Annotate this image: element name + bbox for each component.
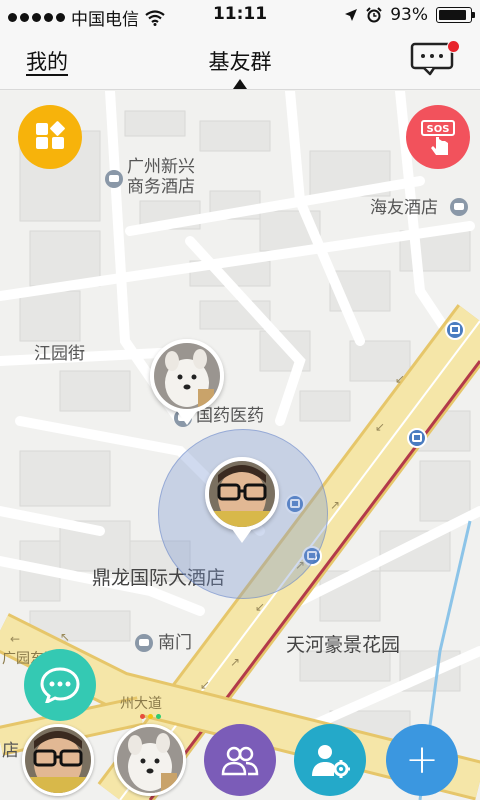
nav-bar: 我的 基友群 bbox=[0, 30, 480, 90]
page-title[interactable]: 基友群 bbox=[0, 46, 480, 76]
svg-text:↙: ↙ bbox=[200, 678, 210, 692]
status-bar: 中国电信 11:11 93% bbox=[0, 0, 480, 30]
friend-pin-tail bbox=[177, 411, 197, 425]
hotel-poi-icon bbox=[450, 198, 468, 216]
svg-text:↙: ↙ bbox=[375, 420, 385, 434]
friend-avatar-pin-dog[interactable] bbox=[150, 339, 224, 413]
plus-icon: + bbox=[405, 737, 439, 783]
partial-label-dian: 店 bbox=[2, 741, 19, 761]
add-button[interactable]: + bbox=[386, 724, 458, 796]
dog-avatar-icon bbox=[117, 727, 183, 793]
gate-poi-icon bbox=[135, 634, 153, 652]
svg-text:↗: ↗ bbox=[330, 498, 340, 512]
svg-text:↗: ↗ bbox=[230, 655, 240, 669]
street-jiangyuan: 江园街 bbox=[34, 344, 85, 364]
chat-bubble-icon bbox=[40, 667, 80, 703]
poi-tianhe-garden[interactable]: 天河豪景花园 bbox=[286, 634, 400, 657]
svg-text:↙: ↙ bbox=[395, 372, 405, 386]
poi-hotel-xinxing[interactable]: 广州新兴 商务酒店 bbox=[127, 157, 195, 198]
dog-avatar-icon bbox=[154, 343, 220, 409]
poi-south-gate[interactable]: 南门 bbox=[158, 633, 192, 653]
battery-fill bbox=[439, 10, 466, 20]
sos-text: SOS bbox=[427, 124, 450, 135]
bus-stop-icon[interactable] bbox=[407, 428, 427, 448]
user-settings-icon bbox=[312, 745, 350, 778]
title-caret-icon bbox=[233, 79, 247, 89]
sos-icon: SOS bbox=[421, 120, 455, 155]
battery-icon bbox=[436, 7, 475, 23]
group-icon bbox=[221, 746, 259, 776]
group-button[interactable] bbox=[204, 724, 276, 796]
poi-pharmacy[interactable]: 国药医药 bbox=[196, 406, 264, 426]
user-settings-button[interactable] bbox=[294, 724, 366, 796]
poi-hotel-haiyou[interactable]: 海友酒店 bbox=[370, 198, 438, 218]
apps-button[interactable] bbox=[18, 105, 82, 169]
svg-text:↙: ↙ bbox=[255, 600, 265, 614]
my-pin-tail bbox=[232, 529, 252, 543]
road-label-zhou: 州大道 bbox=[120, 696, 162, 712]
svg-text:←: ← bbox=[10, 632, 20, 646]
location-arrow-icon bbox=[345, 9, 358, 21]
svg-text:↖: ↖ bbox=[60, 630, 70, 644]
apps-grid-icon bbox=[36, 121, 65, 149]
child-avatar-icon bbox=[25, 727, 91, 793]
alarm-icon bbox=[366, 7, 382, 23]
battery-percent: 93% bbox=[390, 5, 428, 25]
map-view[interactable]: ↙ ↙ ↗ ↗ ↙ ↗ ↙ ↖ ← 广州新兴 商务酒店 海友酒店 江园街 国药医药 鼎龙国际… bbox=[0, 91, 480, 800]
member-avatar-dog[interactable] bbox=[114, 724, 186, 796]
bus-stop-icon[interactable] bbox=[445, 320, 465, 340]
avatar-indicator-dots bbox=[140, 714, 161, 719]
child-avatar-icon bbox=[209, 461, 275, 527]
sos-button[interactable]: SOS bbox=[406, 105, 470, 169]
status-right: 93% bbox=[344, 5, 475, 25]
hotel-poi-icon bbox=[105, 170, 123, 188]
chat-button[interactable] bbox=[24, 649, 96, 721]
member-avatar-child[interactable] bbox=[22, 724, 94, 796]
my-avatar-pin[interactable] bbox=[205, 457, 279, 531]
unread-badge bbox=[447, 40, 460, 53]
